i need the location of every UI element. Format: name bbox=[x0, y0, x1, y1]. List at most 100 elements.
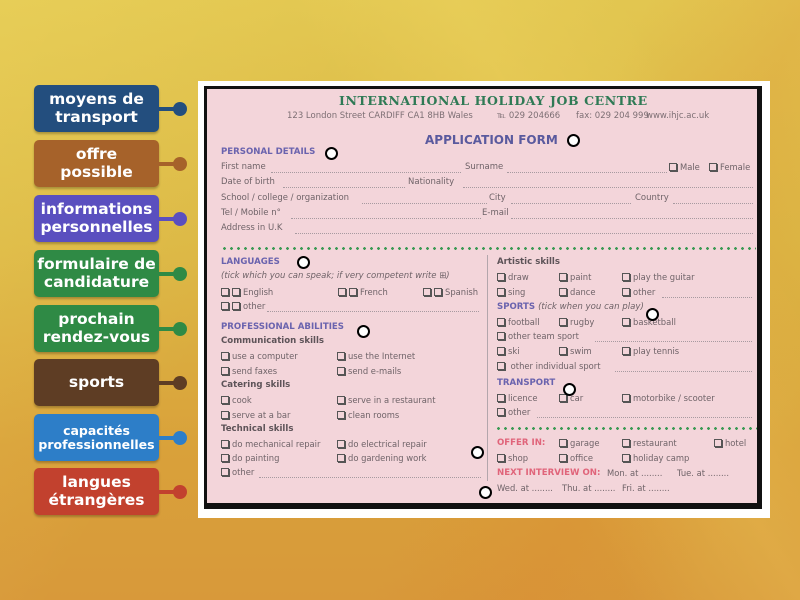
skill-checkbox: use a computer bbox=[221, 351, 298, 361]
label-offre-possible[interactable]: offre possible bbox=[34, 140, 159, 187]
skill-checkbox: do painting bbox=[221, 453, 279, 463]
label-text: possible bbox=[60, 162, 133, 181]
surname-label: Surname bbox=[465, 162, 504, 172]
label-text: formulaire de bbox=[37, 255, 156, 274]
offer-checkbox: office bbox=[559, 453, 593, 463]
section-divider bbox=[495, 427, 757, 430]
skill-checkbox: do gardening work bbox=[337, 453, 427, 463]
french-checkbox: French bbox=[338, 287, 388, 297]
skill-checkbox: dance bbox=[559, 287, 596, 297]
offer-checkbox: garage bbox=[559, 438, 600, 448]
languages-note: (tick which you can speak; if very compe… bbox=[221, 271, 450, 281]
transport-checkbox: other bbox=[497, 407, 530, 417]
offer-checkbox: shop bbox=[497, 453, 528, 463]
communication-skills-heading: Communication skills bbox=[221, 336, 325, 346]
technical-skills-heading: Technical skills bbox=[221, 424, 294, 434]
label-text: moyens de bbox=[49, 90, 144, 109]
column-divider bbox=[487, 255, 488, 481]
connector-dot-icon[interactable] bbox=[173, 431, 187, 445]
professional-abilities-heading: PROFESSIONAL ABILITIES bbox=[221, 322, 344, 332]
label-moyens-de-transport[interactable]: moyens de transport bbox=[34, 85, 159, 132]
label-text: langues bbox=[62, 473, 131, 492]
drop-target-application-form[interactable] bbox=[567, 134, 580, 147]
skill-checkbox: send faxes bbox=[221, 366, 277, 376]
sport-checkbox: football bbox=[497, 317, 540, 327]
form-website: www.ihjc.ac.uk bbox=[646, 111, 710, 121]
offer-checkbox: restaurant bbox=[622, 438, 677, 448]
sport-checkbox: ski bbox=[497, 346, 520, 356]
catering-skills-heading: Catering skills bbox=[221, 380, 291, 390]
drop-target-offer[interactable] bbox=[471, 446, 484, 459]
label-text: rendez-vous bbox=[42, 327, 151, 346]
label-text: professionnelles bbox=[38, 436, 155, 452]
connector-dot-icon[interactable] bbox=[173, 485, 187, 499]
skill-checkbox: paint bbox=[559, 272, 591, 282]
label-sports[interactable]: sports bbox=[34, 359, 159, 406]
connector-dot-icon[interactable] bbox=[173, 322, 187, 336]
school-label: School / college / organization bbox=[221, 193, 350, 203]
languages-heading: LANGUAGES bbox=[221, 257, 280, 267]
label-text: étrangères bbox=[48, 490, 145, 509]
form-address: 123 London Street CARDIFF CA1 8HB Wales bbox=[287, 111, 473, 121]
interview-day: Fri. at ........ bbox=[622, 483, 670, 493]
label-prochain-rendez-vous[interactable]: prochain rendez-vous bbox=[34, 305, 159, 352]
skill-checkbox: serve at a bar bbox=[221, 410, 291, 420]
label-informations-personnelles[interactable]: informations personnelles bbox=[34, 195, 159, 242]
label-capacites-professionnelles[interactable]: capacités professionnelles bbox=[34, 414, 159, 461]
sport-checkbox: play tennis bbox=[622, 346, 679, 356]
skill-checkbox: do electrical repair bbox=[337, 439, 427, 449]
label-text: transport bbox=[55, 107, 138, 126]
email-label: E-mail bbox=[482, 208, 509, 218]
form-title: INTERNATIONAL HOLIDAY JOB CENTRE bbox=[339, 93, 648, 108]
skill-checkbox: serve in a restaurant bbox=[337, 395, 436, 405]
offer-in-heading: OFFER IN: bbox=[497, 438, 546, 448]
skill-checkbox: do mechanical repair bbox=[221, 439, 320, 449]
skill-checkbox: send e-mails bbox=[337, 366, 401, 376]
interview-day: Tue. at ........ bbox=[677, 468, 730, 478]
skill-checkbox: other bbox=[622, 287, 655, 297]
drop-target-sports[interactable] bbox=[646, 308, 659, 321]
next-interview-heading: NEXT INTERVIEW ON: bbox=[497, 468, 601, 478]
sport-checkbox: swim bbox=[559, 346, 592, 356]
personal-details-heading: PERSONAL DETAILS bbox=[221, 147, 316, 157]
female-checkbox: Female bbox=[709, 162, 750, 172]
label-langues-etrangeres[interactable]: langues étrangères bbox=[34, 468, 159, 515]
interview-day: Thu. at ........ bbox=[562, 483, 616, 493]
skill-checkbox: draw bbox=[497, 272, 529, 282]
label-text: offre bbox=[75, 145, 118, 164]
sport-checkbox: rugby bbox=[559, 317, 594, 327]
label-text: candidature bbox=[43, 272, 150, 291]
transport-checkbox: licence bbox=[497, 393, 537, 403]
application-form-image: INTERNATIONAL HOLIDAY JOB CENTRE 123 Lon… bbox=[204, 86, 762, 509]
offer-checkbox: hotel bbox=[714, 438, 746, 448]
label-text: sports bbox=[68, 372, 125, 391]
skill-checkbox: sing bbox=[497, 287, 525, 297]
connector-dot-icon[interactable] bbox=[173, 267, 187, 281]
skill-checkbox: cook bbox=[221, 395, 252, 405]
form-phone: ℡ 029 204666 bbox=[497, 111, 561, 121]
sport-checkbox: other team sport bbox=[497, 331, 579, 341]
connector-dot-icon[interactable] bbox=[173, 212, 187, 226]
label-formulaire-de-candidature[interactable]: formulaire de candidature bbox=[34, 250, 159, 297]
drop-target-languages[interactable] bbox=[297, 256, 310, 269]
drop-target-personal-details[interactable] bbox=[325, 147, 338, 160]
first-name-label: First name bbox=[221, 162, 266, 172]
drop-target-transport[interactable] bbox=[563, 383, 576, 396]
form-heading: APPLICATION FORM bbox=[425, 133, 558, 147]
sport-checkbox: other individual sport bbox=[497, 361, 600, 371]
connector-dot-icon[interactable] bbox=[173, 102, 187, 116]
drop-target-professional-abilities[interactable] bbox=[357, 325, 370, 338]
connector-dot-icon[interactable] bbox=[173, 157, 187, 171]
country-label: Country bbox=[635, 193, 669, 203]
drop-target-next-interview[interactable] bbox=[479, 486, 492, 499]
transport-heading: TRANSPORT bbox=[497, 378, 556, 388]
address-label: Address in U.K bbox=[221, 223, 283, 233]
nationality-label: Nationality bbox=[408, 177, 455, 187]
label-text: informations bbox=[40, 200, 153, 219]
connector-dot-icon[interactable] bbox=[173, 376, 187, 390]
skill-checkbox: clean rooms bbox=[337, 410, 399, 420]
dob-label: Date of birth bbox=[221, 177, 275, 187]
interview-day: Mon. at ........ bbox=[607, 468, 663, 478]
skill-checkbox: use the Internet bbox=[337, 351, 415, 361]
english-checkbox: English bbox=[221, 287, 273, 297]
